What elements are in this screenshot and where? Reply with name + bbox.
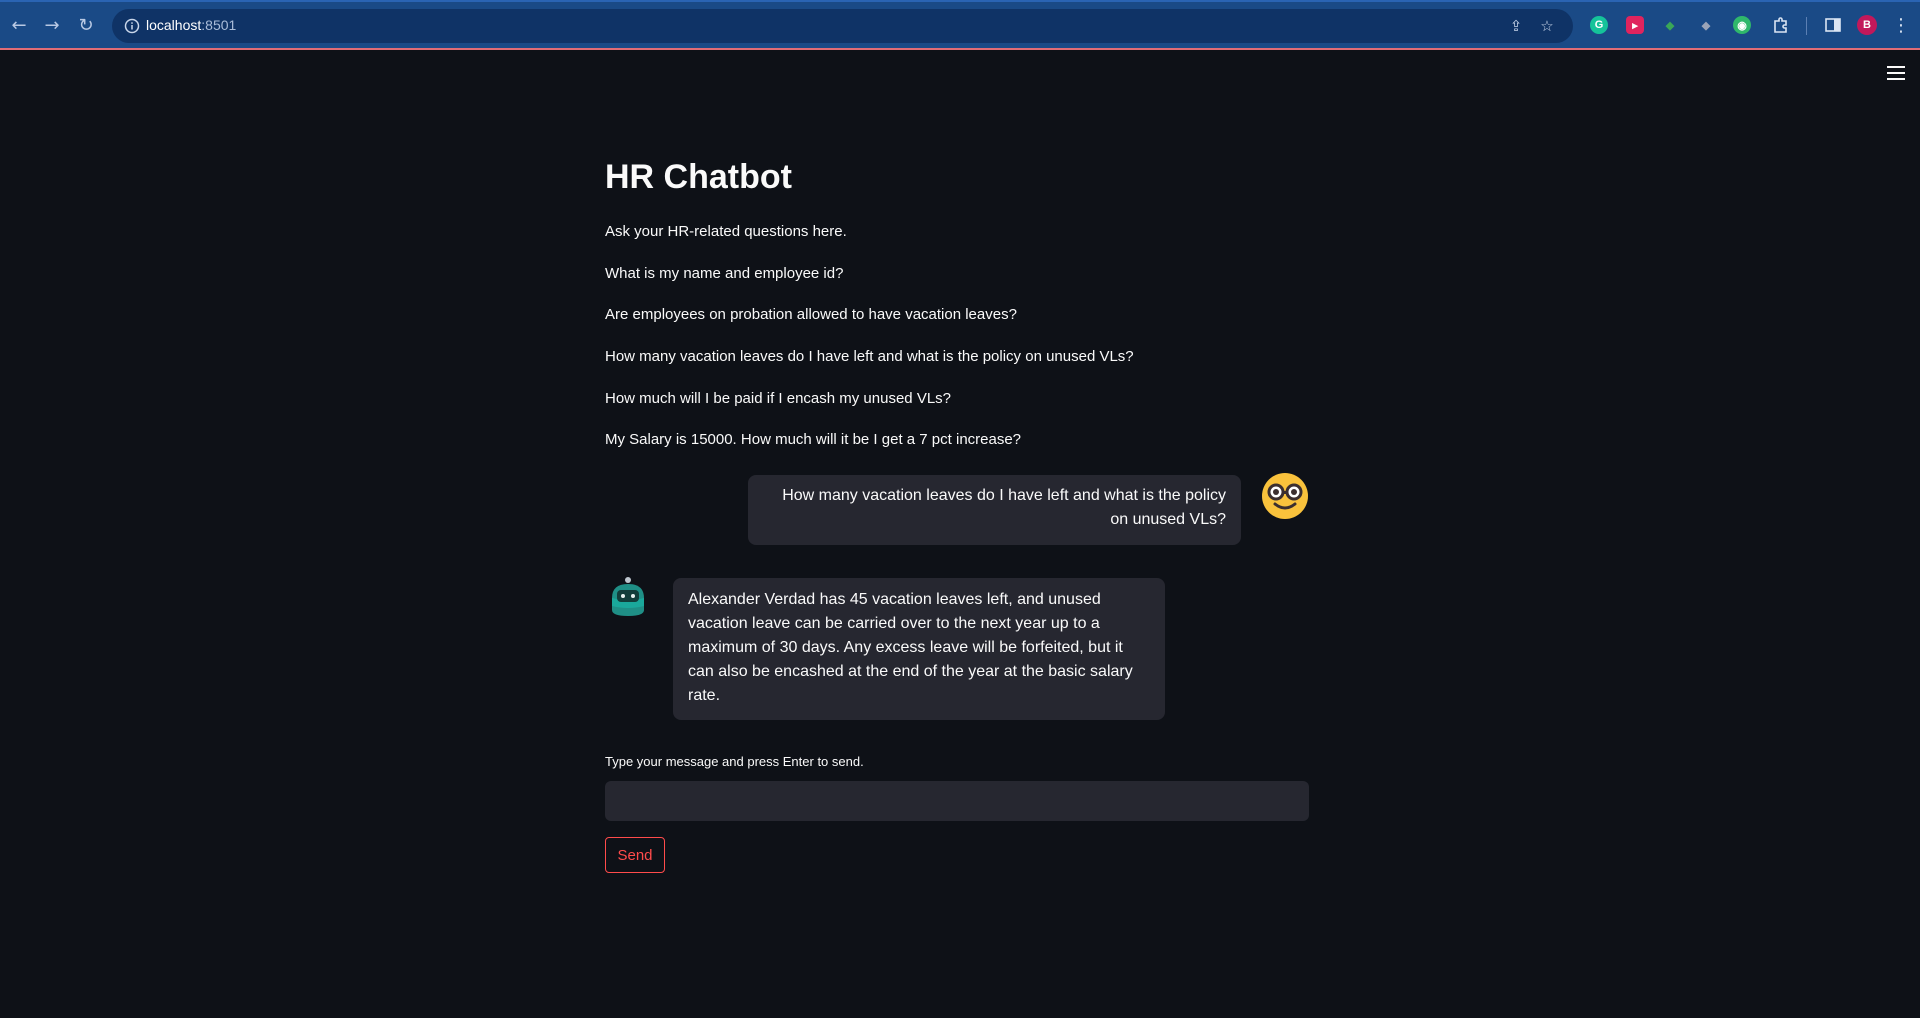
video-extension-letter: ▸ <box>1632 19 1638 32</box>
url-host: localhost <box>146 17 202 33</box>
green-extension-letter: ◆ <box>1665 19 1675 32</box>
site-info-icon[interactable] <box>122 16 142 36</box>
send-button[interactable]: Send <box>605 837 665 873</box>
url-port: :8501 <box>201 17 237 33</box>
bot-message-bubble: Alexander Verdad has 45 vacation leaves … <box>673 578 1165 720</box>
url-text[interactable]: localhost:8501 <box>146 17 236 33</box>
address-bar[interactable]: localhost:8501 ⇪ ☆ <box>112 9 1573 43</box>
reload-icon[interactable]: ↻ <box>75 14 97 36</box>
arrow-extension-letter: ◆ <box>1701 19 1711 32</box>
bookmark-star-icon[interactable]: ☆ <box>1538 17 1556 35</box>
message-input[interactable] <box>605 781 1309 821</box>
toolbar-separator <box>1806 17 1807 35</box>
grammarly-icon[interactable]: G <box>1590 16 1608 34</box>
extensions-puzzle-icon[interactable] <box>1770 14 1792 36</box>
sample-question: Are employees on probation allowed to ha… <box>605 306 1017 323</box>
profile-avatar[interactable]: B <box>1857 15 1877 35</box>
sample-question: How much will I be paid if I encash my u… <box>605 390 952 407</box>
arrow-extension-icon[interactable]: ◆ <box>1697 16 1715 34</box>
side-panel-icon[interactable] <box>1822 14 1844 36</box>
sample-question: How many vacation leaves do I have left … <box>605 348 1134 365</box>
nerd-face-avatar-icon <box>1261 472 1309 520</box>
robot-avatar-icon <box>608 576 648 618</box>
user-message-bubble: How many vacation leaves do I have left … <box>748 475 1241 545</box>
back-arrow-icon[interactable]: ← <box>8 14 30 36</box>
green-extension-icon[interactable]: ◆ <box>1661 16 1679 34</box>
browser-toolbar: ← → ↻ localhost:8501 ⇪ ☆ G ▸ ◆ ◆ ◉ B ⋮ <box>0 0 1920 48</box>
intro-text: Ask your HR-related questions here. <box>605 223 847 240</box>
loading-bar <box>0 48 1920 50</box>
robot-extension-letter: ◉ <box>1737 19 1747 32</box>
browser-menu-icon[interactable]: ⋮ <box>1890 14 1912 36</box>
forward-arrow-icon[interactable]: → <box>41 14 63 36</box>
app-menu-icon[interactable] <box>1887 66 1905 82</box>
video-extension-icon[interactable]: ▸ <box>1626 16 1644 34</box>
robot-extension-icon[interactable]: ◉ <box>1733 16 1751 34</box>
page-title: HR Chatbot <box>605 158 792 196</box>
grammarly-letter: G <box>1594 19 1604 31</box>
share-icon[interactable]: ⇪ <box>1507 17 1525 35</box>
sample-question: What is my name and employee id? <box>605 265 844 282</box>
message-input-label: Type your message and press Enter to sen… <box>605 754 864 769</box>
sample-question: My Salary is 15000. How much will it be … <box>605 431 1022 448</box>
profile-initial: B <box>1863 19 1871 31</box>
